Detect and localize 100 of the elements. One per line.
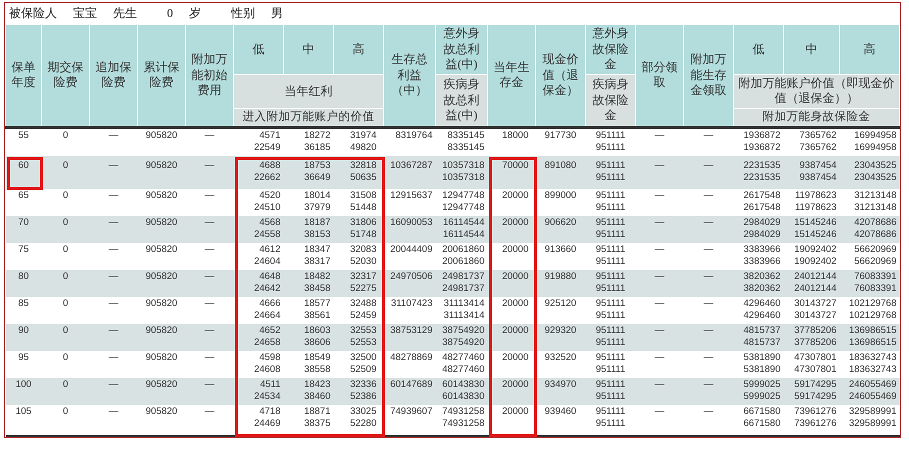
table-cell: 18014 37979 bbox=[284, 188, 334, 216]
table-cell: 20000 bbox=[488, 350, 536, 378]
table-cell: — bbox=[186, 270, 234, 297]
table-cell: 18577 38561 bbox=[284, 296, 334, 324]
table-cell: 24981737 24981737 bbox=[436, 270, 488, 297]
table-cell: 2984029 2984029 bbox=[734, 216, 784, 243]
table-cell: — bbox=[186, 350, 234, 378]
table-cell: 951111 951111 bbox=[586, 156, 636, 189]
table-cell: — bbox=[186, 242, 234, 270]
table-cell: 48278869 bbox=[384, 350, 436, 378]
table-cell: — bbox=[90, 378, 138, 405]
table-cell: — bbox=[186, 156, 234, 189]
table-cell: 65 bbox=[6, 188, 42, 216]
table-cell: 31213148 31213148 bbox=[840, 188, 900, 216]
table-cell: 102129768 102129768 bbox=[840, 296, 900, 324]
table-cell: — bbox=[186, 324, 234, 351]
column-header: 高 bbox=[840, 24, 900, 74]
table-cell: 18000 bbox=[488, 127, 536, 156]
table-cell: 905820 bbox=[138, 156, 186, 189]
table-cell: — bbox=[684, 156, 734, 189]
group-header: 附加万能身故保险金 bbox=[734, 108, 900, 128]
table-cell: 951111 951111 bbox=[586, 188, 636, 216]
table-cell: 4520 24510 bbox=[234, 188, 284, 216]
insured-label: 被保险人 bbox=[9, 5, 57, 22]
table-cell: 9387454 9387454 bbox=[784, 156, 840, 189]
table-cell: 919880 bbox=[536, 270, 586, 297]
column-header: 部分领取 bbox=[636, 24, 684, 128]
table-cell: 11978623 11978623 bbox=[784, 188, 840, 216]
table-cell: 0 bbox=[42, 296, 90, 324]
table-cell: 10357318 10357318 bbox=[436, 156, 488, 189]
table-cell: — bbox=[186, 188, 234, 216]
table-cell: 70 bbox=[6, 216, 42, 243]
table-cell: 951111 951111 bbox=[586, 350, 636, 378]
table-cell: 905820 bbox=[138, 378, 186, 405]
table-cell: 18603 38606 bbox=[284, 324, 334, 351]
table-cell: 329589991 329589991 bbox=[840, 404, 900, 436]
table-cell: 951111 951111 bbox=[586, 324, 636, 351]
table-cell: 0 bbox=[42, 188, 90, 216]
table-cell: — bbox=[684, 350, 734, 378]
table-cell: 905820 bbox=[138, 270, 186, 297]
table-cell: 12947748 12947748 bbox=[436, 188, 488, 216]
table-cell: 905820 bbox=[138, 296, 186, 324]
table-cell: — bbox=[636, 270, 684, 297]
table-cell: 4511 24534 bbox=[234, 378, 284, 405]
table-cell: 7365762 7365762 bbox=[784, 127, 840, 156]
table-cell: 60147689 bbox=[384, 378, 436, 405]
table-cell: 951111 951111 bbox=[586, 216, 636, 243]
table-cell: 939460 bbox=[536, 404, 586, 436]
column-header: 低 bbox=[234, 24, 284, 74]
gender-label: 性别 bbox=[231, 5, 255, 22]
table-cell: 85 bbox=[6, 296, 42, 324]
table-cell: 55 bbox=[6, 127, 42, 156]
table-cell: 2617548 2617548 bbox=[734, 188, 784, 216]
table-cell: 0 bbox=[42, 324, 90, 351]
table-cell: 905820 bbox=[138, 404, 186, 436]
table-cell: 951111 951111 bbox=[586, 378, 636, 405]
table-cell: 905820 bbox=[138, 324, 186, 351]
group-header: 进入附加万能账户的价值 bbox=[234, 108, 384, 128]
table-cell: 951111 951111 bbox=[586, 270, 636, 297]
column-header: 生存总利益（中） bbox=[384, 24, 436, 128]
table-cell: 80 bbox=[6, 270, 42, 297]
table-cell: 73961276 73961276 bbox=[784, 404, 840, 436]
table-cell: 20000 bbox=[488, 188, 536, 216]
table-cell: 1936872 1936872 bbox=[734, 127, 784, 156]
table-cell: 32488 52459 bbox=[334, 296, 384, 324]
table-cell: 24012144 24012144 bbox=[784, 270, 840, 297]
table-cell: — bbox=[186, 296, 234, 324]
insured-age: 0 bbox=[167, 6, 173, 21]
table-cell: 18272 36185 bbox=[284, 127, 334, 156]
table-cell: 18187 38153 bbox=[284, 216, 334, 243]
table-cell: 4648 24642 bbox=[234, 270, 284, 297]
table-cell: 32500 52509 bbox=[334, 350, 384, 378]
table-cell: 100 bbox=[6, 378, 42, 405]
table-cell: — bbox=[90, 156, 138, 189]
table-cell: 38754920 38754920 bbox=[436, 324, 488, 351]
table-cell: — bbox=[90, 242, 138, 270]
table-cell: 0 bbox=[42, 270, 90, 297]
table-cell: — bbox=[90, 350, 138, 378]
table-cell: — bbox=[636, 188, 684, 216]
table-cell: — bbox=[684, 242, 734, 270]
table-cell: 18347 38317 bbox=[284, 242, 334, 270]
table-cell: — bbox=[636, 242, 684, 270]
table-cell: 905820 bbox=[138, 188, 186, 216]
table-cell: 47307801 47307801 bbox=[784, 350, 840, 378]
insured-title: 先生 bbox=[113, 5, 137, 22]
table-cell: 18549 38558 bbox=[284, 350, 334, 378]
table-cell: 905820 bbox=[138, 350, 186, 378]
column-header: 意外身故保险金 bbox=[586, 24, 636, 74]
table-cell: 37785206 37785206 bbox=[784, 324, 840, 351]
table-cell: 3383966 3383966 bbox=[734, 242, 784, 270]
table-cell: 5999025 5999025 bbox=[734, 378, 784, 405]
table-cell: 20000 bbox=[488, 296, 536, 324]
table-cell: 60143830 60143830 bbox=[436, 378, 488, 405]
table-cell: — bbox=[684, 127, 734, 156]
table-cell: 183632743 183632743 bbox=[840, 350, 900, 378]
table-cell: — bbox=[90, 188, 138, 216]
column-header: 疾病身故保险金 bbox=[586, 74, 636, 128]
table-cell: 4598 24608 bbox=[234, 350, 284, 378]
table-cell: 48277460 48277460 bbox=[436, 350, 488, 378]
table-cell: 929320 bbox=[536, 324, 586, 351]
